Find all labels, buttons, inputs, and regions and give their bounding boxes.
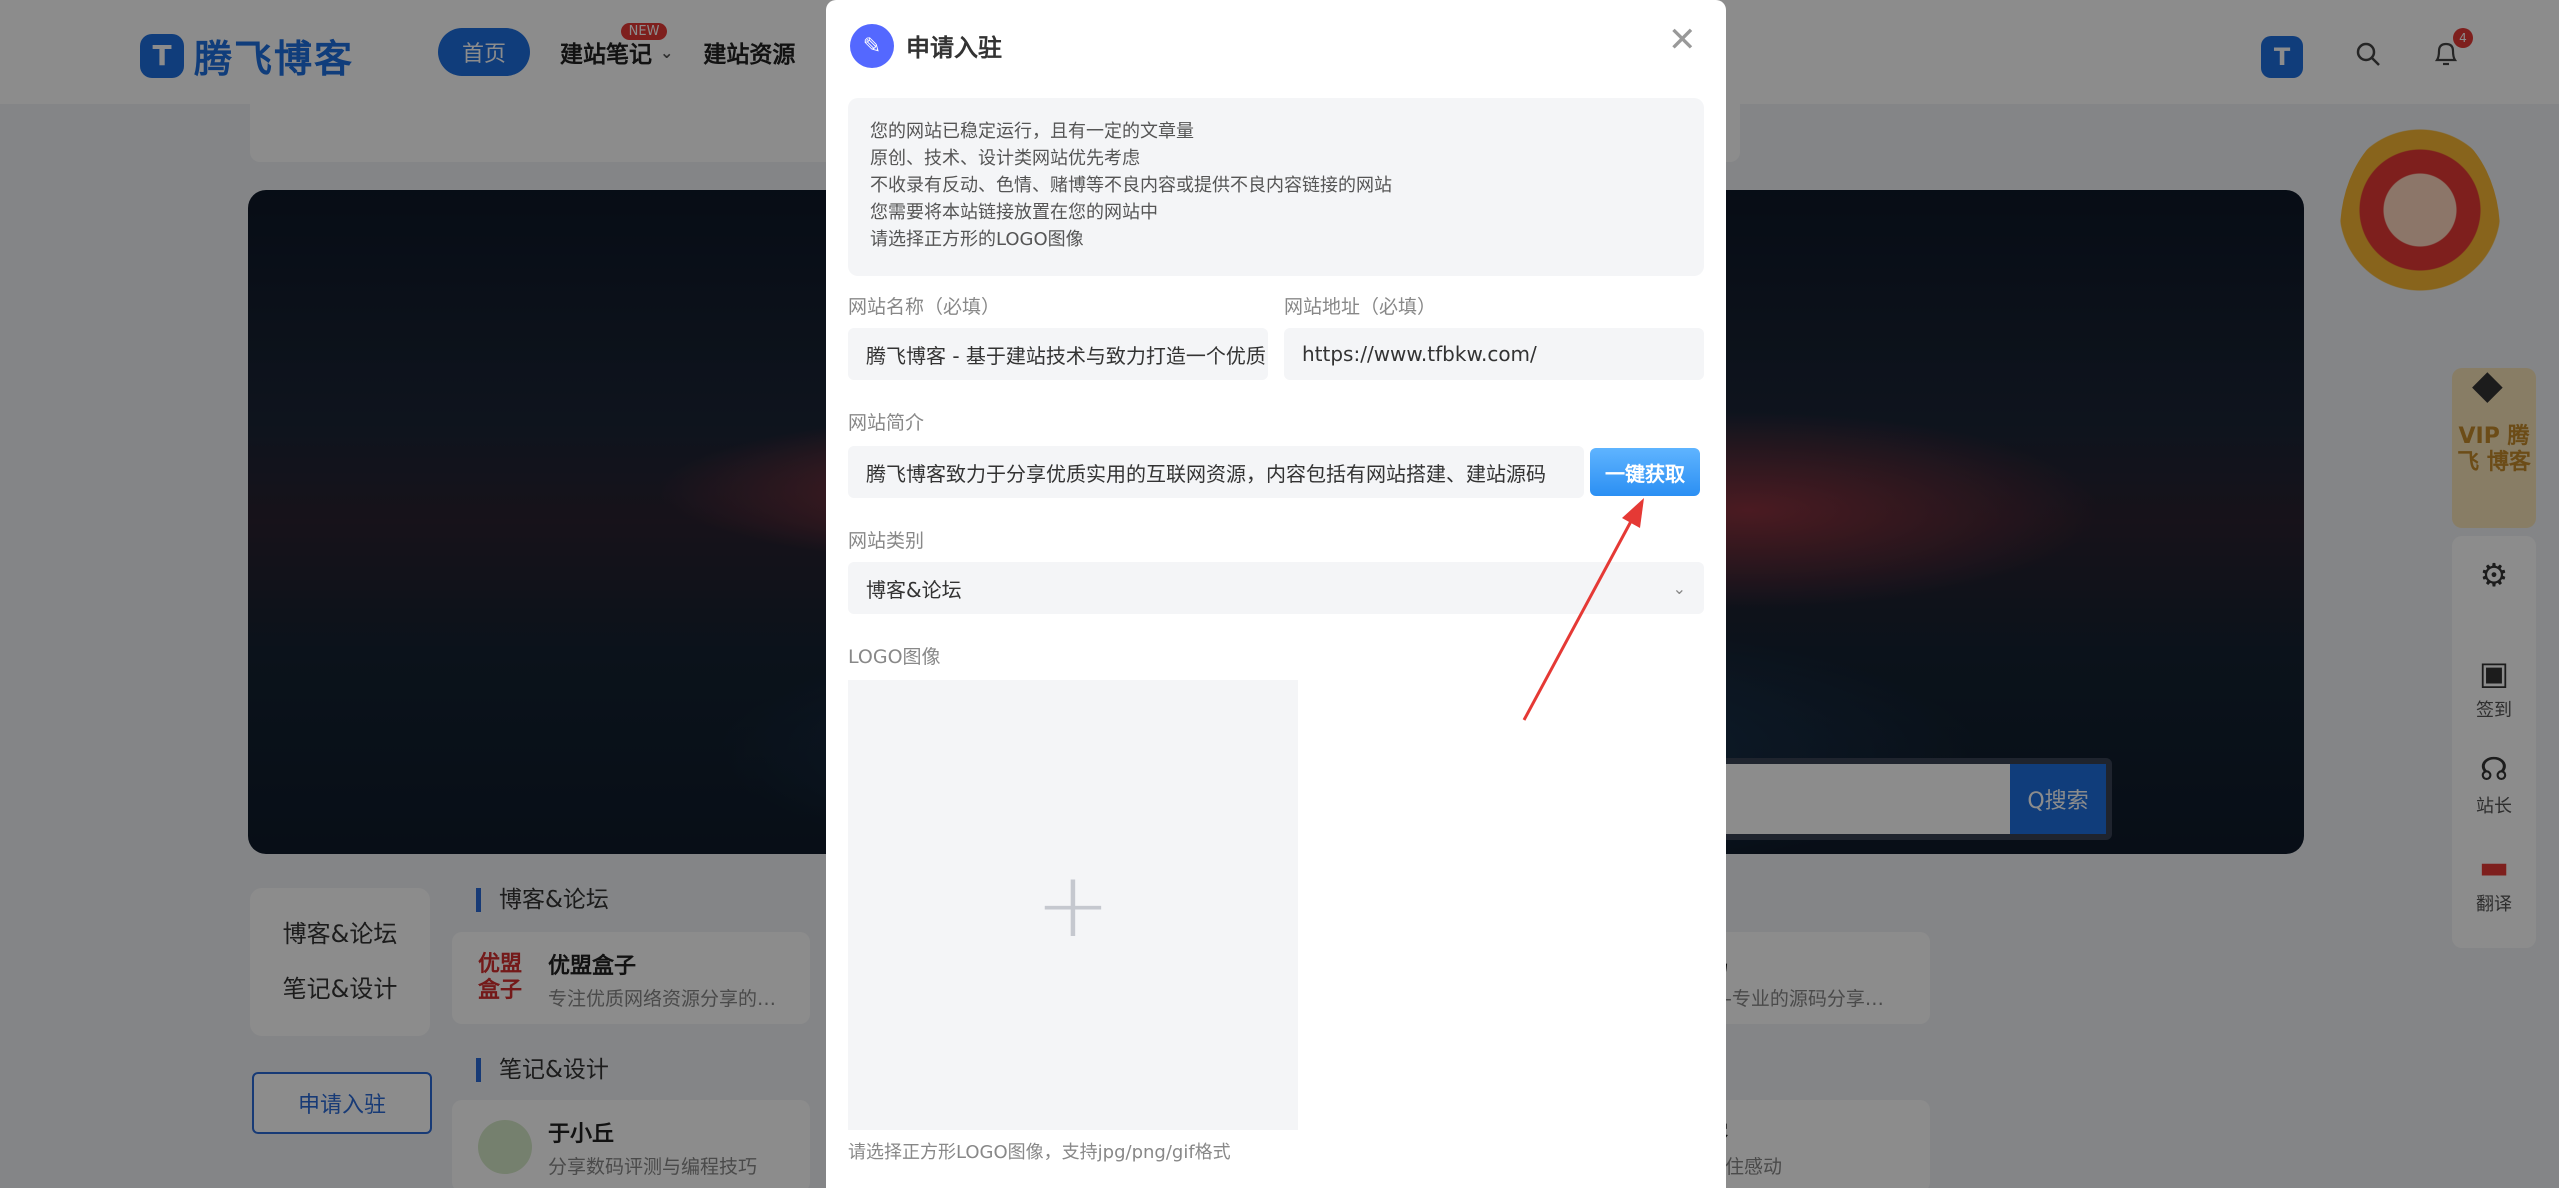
annotation-arrow (1522, 498, 1644, 721)
